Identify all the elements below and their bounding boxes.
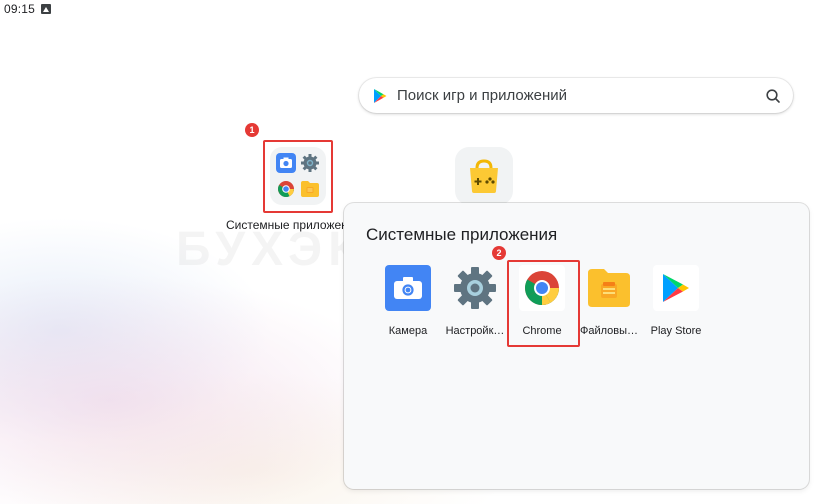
camera-icon: [275, 152, 297, 175]
play-store-icon: [653, 265, 699, 311]
chrome-icon: [275, 178, 297, 201]
status-time: 09:15: [4, 2, 36, 16]
app-label: Chrome: [522, 325, 562, 337]
app-files[interactable]: Файловы…: [574, 265, 644, 337]
app-label: Камера: [388, 325, 428, 337]
step-badge-1: 1: [245, 123, 259, 137]
app-chrome[interactable]: Chrome: [507, 265, 577, 337]
highlight-box-folder: [263, 140, 333, 213]
camera-icon: [385, 265, 431, 311]
app-settings[interactable]: Настройк…: [440, 265, 510, 337]
app-label: Файловы…: [579, 325, 639, 337]
search-bar[interactable]: Поиск игр и приложений: [359, 78, 793, 113]
search-icon[interactable]: [765, 88, 781, 104]
folder-label: Системные приложения: [226, 218, 344, 232]
app-label: Настройк…: [445, 325, 505, 337]
app-label: Play Store: [650, 325, 702, 337]
settings-gear-icon: [452, 265, 498, 311]
system-apps-folder-panel: Системные приложения Камера Настройк… Ch…: [344, 203, 809, 489]
search-placeholder[interactable]: Поиск игр и приложений: [397, 87, 765, 104]
files-icon: [586, 265, 632, 311]
settings-gear-icon: [300, 152, 322, 175]
android-notification-icon: [41, 4, 52, 14]
panel-title: Системные приложения: [366, 225, 558, 244]
system-apps-folder[interactable]: [270, 147, 326, 205]
status-bar: 09:15: [0, 0, 826, 18]
chrome-icon: [519, 265, 565, 311]
step-badge-2: 2: [492, 246, 506, 260]
app-play-store[interactable]: Play Store: [641, 265, 711, 337]
app-camera[interactable]: Камера: [373, 265, 443, 337]
games-bag-icon[interactable]: [455, 147, 513, 205]
play-store-icon: [374, 88, 387, 103]
files-icon: [300, 178, 322, 201]
